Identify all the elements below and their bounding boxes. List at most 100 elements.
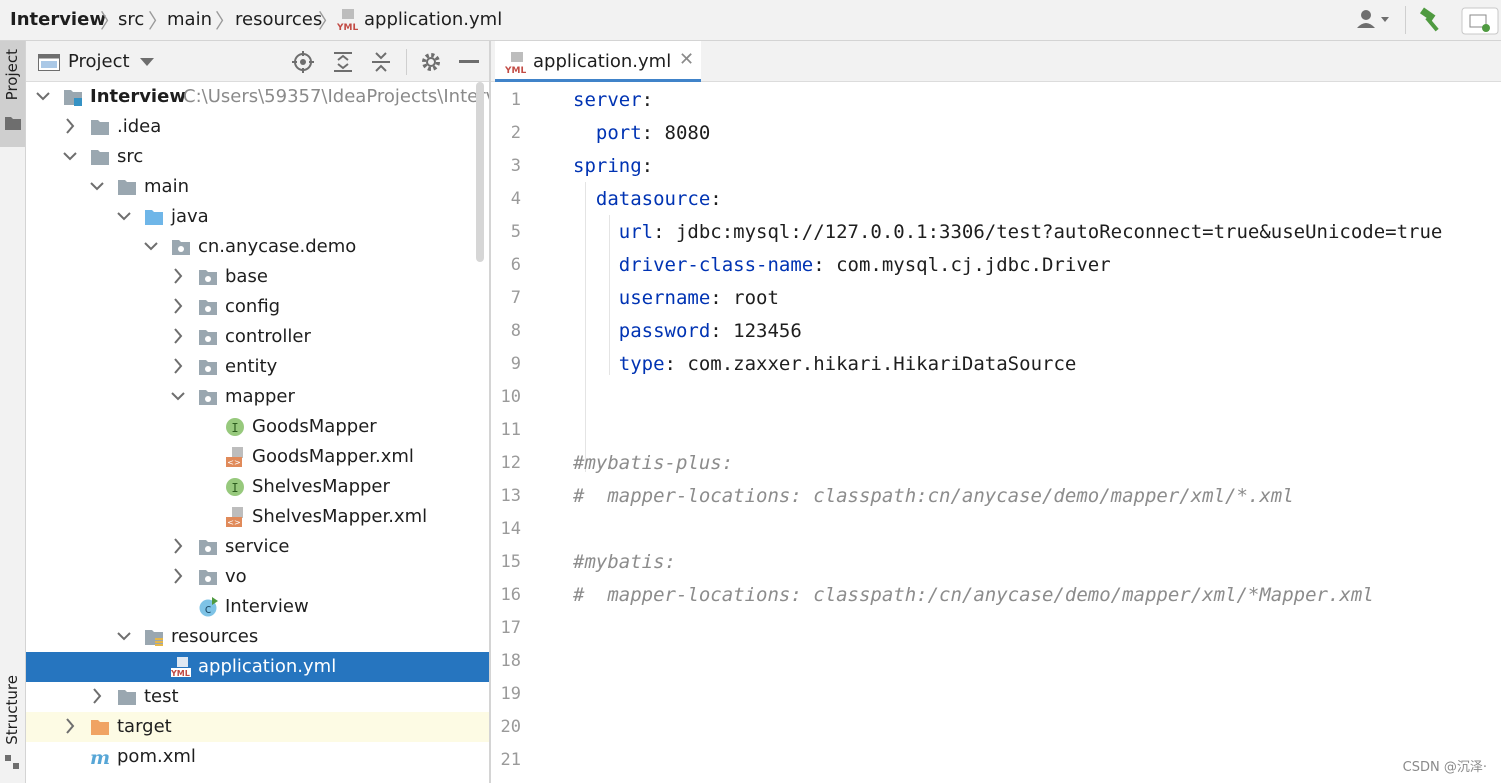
chevron-down-icon[interactable] <box>117 626 131 646</box>
tree-row[interactable]: I ShelvesMapper <box>26 472 490 502</box>
tree-row[interactable]: test <box>26 682 490 712</box>
tree-row[interactable]: service <box>26 532 490 562</box>
chevron-right-icon[interactable] <box>63 116 77 136</box>
build-hammer-icon[interactable] <box>1418 6 1446 34</box>
project-tool-label: Project <box>3 49 21 101</box>
svg-text:YML: YML <box>171 669 190 677</box>
tree-row-label: GoodsMapper.xml <box>252 446 414 467</box>
editor-tab[interactable]: YML application.yml ✕ <box>495 41 701 82</box>
code-editor[interactable]: server: port: 8080 spring: datasource: ur… <box>573 82 1501 783</box>
run-configuration-icon[interactable] <box>1460 6 1500 36</box>
tree-row[interactable]: I GoodsMapper <box>26 412 490 442</box>
line-number: 2 <box>510 123 521 143</box>
gear-icon[interactable] <box>420 51 442 73</box>
yaml-value: : com.mysql.cj.jdbc.Driver <box>813 254 1111 276</box>
tree-row[interactable]: cn.anycase.demo <box>26 232 490 262</box>
tree-row[interactable]: target <box>26 712 490 742</box>
tree-row[interactable]: java <box>26 202 490 232</box>
package-icon <box>172 240 190 255</box>
tree-row[interactable]: Interview C:\Users\59357\IdeaProjects\Int… <box>26 82 490 112</box>
chevron-right-icon[interactable] <box>171 536 185 556</box>
yml-file-icon: YML <box>505 52 526 75</box>
chevron-down-icon[interactable] <box>63 146 77 166</box>
close-icon[interactable]: ✕ <box>679 49 694 70</box>
tree-row-label: config <box>225 296 281 317</box>
chevron-down-icon[interactable] <box>90 176 104 196</box>
tree-row-label: src <box>117 146 144 167</box>
tree-row[interactable]: .idea <box>26 112 490 142</box>
yaml-comment: # mapper-locations: classpath:/cn/anycas… <box>573 584 1374 606</box>
line-number: 19 <box>500 684 521 704</box>
tree-row-label: Interview <box>90 86 186 107</box>
package-icon <box>199 570 217 585</box>
folder-icon <box>118 690 136 705</box>
tree-row[interactable]: src <box>26 142 490 172</box>
chevron-right-icon[interactable] <box>63 716 77 736</box>
tree-row-label: pom.xml <box>117 746 196 767</box>
tree-row[interactable]: <> GoodsMapper.xml <box>26 442 490 472</box>
chevron-down-icon[interactable] <box>36 86 50 106</box>
watermark: CSDN @沉泽· <box>1402 760 1487 775</box>
chevron-right-icon[interactable] <box>171 356 185 376</box>
chevron-right-icon[interactable] <box>171 266 185 286</box>
tree-row[interactable]: YML application.yml <box>26 652 490 682</box>
breadcrumb-item[interactable]: Interview <box>10 9 106 30</box>
user-account-icon[interactable] <box>1355 6 1395 34</box>
tree-row-label: mapper <box>225 386 295 407</box>
tree-row[interactable]: c Interview <box>26 592 490 622</box>
breadcrumb-item[interactable]: resources <box>235 9 322 30</box>
structure-tool-tab[interactable]: Structure <box>0 669 25 783</box>
chevron-right-icon[interactable] <box>90 686 104 706</box>
project-tool-tab[interactable]: Project <box>0 41 25 147</box>
chevron-down-icon[interactable] <box>117 206 131 226</box>
tree-row-label: main <box>144 176 189 197</box>
chevron-down-icon[interactable] <box>171 386 185 406</box>
tree-row-label: controller <box>225 326 311 347</box>
chevron-right-icon[interactable] <box>171 296 185 316</box>
line-number: 1 <box>510 90 521 110</box>
tree-row[interactable]: entity <box>26 352 490 382</box>
breadcrumb-item[interactable]: src <box>118 9 144 30</box>
locate-target-icon[interactable] <box>292 51 314 73</box>
tree-row-label: resources <box>171 626 259 647</box>
tree-row[interactable]: controller <box>26 322 490 352</box>
tree-row-label: cn.anycase.demo <box>198 236 357 257</box>
tree-row-label: vo <box>225 566 247 587</box>
toolbar-divider <box>1405 6 1406 34</box>
line-number: 17 <box>500 618 521 638</box>
expand-all-icon[interactable] <box>332 51 354 73</box>
yml-file-icon: YML <box>171 657 191 677</box>
package-icon <box>199 300 217 315</box>
tree-row[interactable]: <> ShelvesMapper.xml <box>26 502 490 532</box>
svg-text:c: c <box>205 602 212 616</box>
tree-row[interactable]: mapper <box>26 382 490 412</box>
chevron-down-icon[interactable] <box>144 236 158 256</box>
code-line: #mybatis-plus: <box>573 447 733 480</box>
package-icon <box>199 360 217 375</box>
line-number: 21 <box>500 750 521 770</box>
hide-panel-icon[interactable] <box>459 60 479 64</box>
tree-row-label: test <box>144 686 179 707</box>
yaml-value: : root <box>710 287 779 309</box>
editor-tab-bar: YML application.yml ✕ <box>491 41 1501 82</box>
collapse-all-icon[interactable] <box>370 51 392 73</box>
navigation-bar: Interview 〉 src 〉 main 〉 resources 〉 YML… <box>0 0 1501 41</box>
tree-row[interactable]: config <box>26 292 490 322</box>
structure-icon <box>5 755 19 769</box>
tree-row[interactable]: resources <box>26 622 490 652</box>
yaml-value: : jdbc:mysql://127.0.0.1:3306/test?autoR… <box>653 221 1443 243</box>
project-view-selector[interactable]: Project <box>68 51 130 72</box>
folder-icon <box>118 180 136 195</box>
tree-row[interactable]: m pom.xml <box>26 742 490 772</box>
tree-row[interactable]: base <box>26 262 490 292</box>
tree-row[interactable]: main <box>26 172 490 202</box>
tree-row[interactable]: vo <box>26 562 490 592</box>
package-icon <box>199 270 217 285</box>
chevron-right-icon[interactable] <box>171 566 185 586</box>
breadcrumb-item[interactable]: application.yml <box>364 9 502 30</box>
chevron-down-icon[interactable] <box>140 58 154 66</box>
breadcrumb-item[interactable]: main <box>167 9 212 30</box>
tree-scrollbar[interactable] <box>476 82 484 262</box>
chevron-right-icon[interactable] <box>171 326 185 346</box>
source-folder-icon <box>145 210 163 225</box>
